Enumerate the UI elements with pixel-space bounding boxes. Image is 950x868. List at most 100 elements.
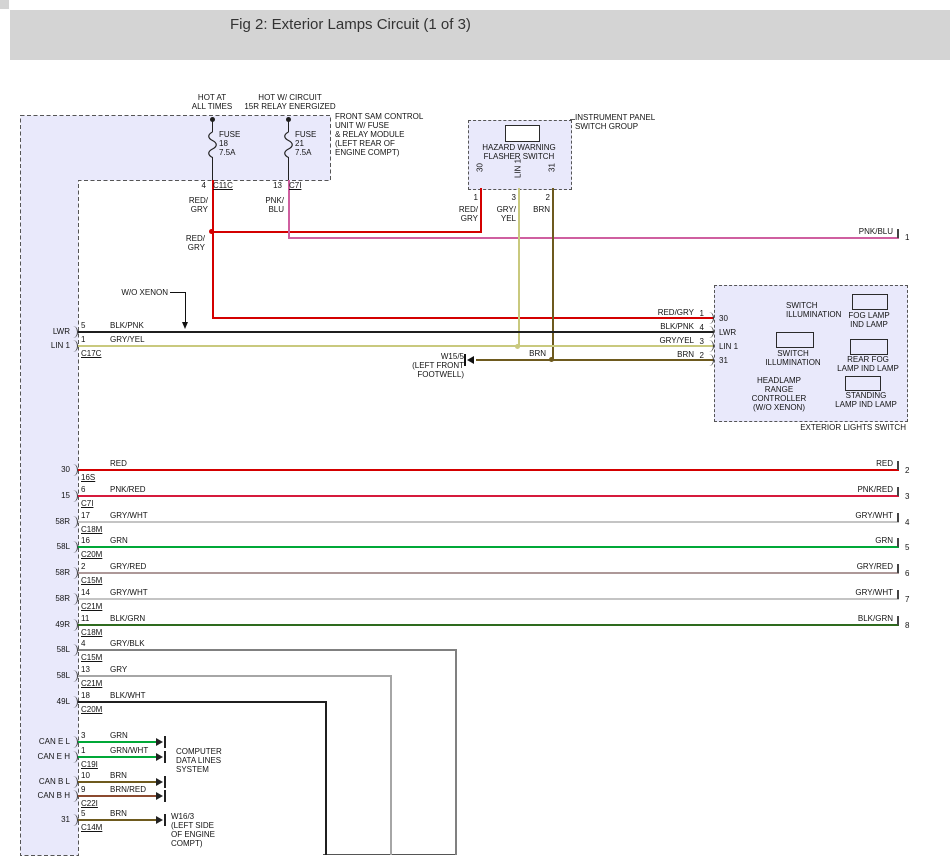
row-7-connector: C21M <box>81 602 102 611</box>
row-5-pin-label: 58L <box>26 542 70 551</box>
row-1-pin-label: LIN 1 <box>26 341 70 350</box>
row-14-pin-bracket <box>68 776 78 788</box>
row-4-edge-number: 4 <box>905 518 909 527</box>
row-10-connector: C21M <box>81 679 102 688</box>
row-3-wire-name: PNK/RED <box>110 485 146 494</box>
row-15-pin-bracket <box>68 790 78 802</box>
row-13-pin-number: 1 <box>81 746 85 755</box>
row-15-wire <box>78 795 156 797</box>
ext-pin-2-number: 3 <box>694 337 704 346</box>
row-5-pin-number: 16 <box>81 536 90 545</box>
row-12-wire-name: GRN <box>110 731 128 740</box>
row-2-wire-name: RED <box>110 459 127 468</box>
row-11-wire-name: BLK/WHT <box>110 691 146 700</box>
ext-pin-1-bracket <box>704 326 714 338</box>
row-7-pin-label: 58R <box>26 594 70 603</box>
row-15-terminal-bar <box>164 790 166 802</box>
row-14-wire <box>78 781 156 783</box>
row-3-connector: C7I <box>81 499 93 508</box>
row-1-pin-number: 1 <box>81 335 85 344</box>
row-6-connector: C15M <box>81 576 102 585</box>
row-3-pin-bracket <box>68 490 78 502</box>
row-7-edge-number: 7 <box>905 595 909 604</box>
row-14-pin-number: 10 <box>81 771 90 780</box>
hazard-pin-2-wire-name: BRN <box>524 205 550 214</box>
row-5-edge-number: 5 <box>905 543 909 552</box>
row-13-pin-bracket <box>68 751 78 763</box>
row-4-connector: C18M <box>81 525 102 534</box>
hazard-pin-2-name: 31 <box>546 150 558 186</box>
row-8-pin-bracket <box>68 619 78 631</box>
row-15-connector: C22I <box>81 799 98 808</box>
row-11-wire <box>78 701 325 703</box>
hazard-pin-2-number: 2 <box>538 193 550 202</box>
row-6-wire <box>78 572 899 574</box>
row-0-pin-label: LWR <box>26 327 70 336</box>
row-2-edge-number: 2 <box>905 466 909 475</box>
row-1-connector: C17C <box>81 349 101 358</box>
row-13-connector: C19I <box>81 760 98 769</box>
row-16-arrowhead-icon <box>156 816 163 824</box>
row-8-connector: C18M <box>81 628 102 637</box>
row-8-edge-number: 8 <box>905 621 909 630</box>
ext-pin-3-number: 2 <box>694 351 704 360</box>
row-3-wire-name-right: PNK/RED <box>843 485 893 494</box>
row-0-wire <box>78 331 714 333</box>
row-11-wire-drop <box>325 701 327 855</box>
row-10-pin-label: 58L <box>26 671 70 680</box>
ext-pin-3-name: 31 <box>719 356 728 365</box>
row-2-connector: 16S <box>81 473 95 482</box>
row-10-wire <box>78 675 390 677</box>
ext-pin-0-bracket <box>704 312 714 324</box>
ext-pin-0-number: 1 <box>694 309 704 318</box>
row-16-wire <box>78 819 156 821</box>
row-12-terminal-bar <box>164 736 166 748</box>
wiring-diagram-page: Fig 2: Exterior Lamps Circuit (1 of 3) <box>0 0 950 868</box>
ext-pin-3-wire-name: BRN <box>644 350 694 359</box>
hazard-pin-0-wire-name: RED/ GRY <box>452 205 478 223</box>
ext-pin-1-name: LWR <box>719 328 736 337</box>
row-6-wire-name: GRY/RED <box>110 562 146 571</box>
row-14-terminal-bar <box>164 776 166 788</box>
hazard-pin-1-name: LIN 1 <box>512 150 524 186</box>
row-9-connector: C15M <box>81 653 102 662</box>
row-15-arrowhead-icon <box>156 792 163 800</box>
row-6-edge-number: 6 <box>905 569 909 578</box>
row-10-wire-drop <box>390 675 392 855</box>
row-11-pin-label: 49L <box>26 697 70 706</box>
row-6-edge-tick <box>897 564 899 573</box>
row-4-pin-bracket <box>68 516 78 528</box>
hazard-pin-1-number: 3 <box>504 193 516 202</box>
ext-pin-1-number: 4 <box>694 323 704 332</box>
row-14-arrowhead-icon <box>156 778 163 786</box>
row-3-edge-tick <box>897 487 899 496</box>
row-4-edge-tick <box>897 513 899 522</box>
row-16-connector: C14M <box>81 823 102 832</box>
hazard-pin-0-number: 1 <box>466 193 478 202</box>
row-2-edge-tick <box>897 461 899 470</box>
row-12-pin-bracket <box>68 736 78 748</box>
row-16-pin-label: 31 <box>26 815 70 824</box>
hazard-pin-1-wire-name: GRY/ YEL <box>490 205 516 223</box>
row-13-arrowhead-icon <box>156 753 163 761</box>
row-13-wire <box>78 756 156 758</box>
row-11-pin-number: 18 <box>81 691 90 700</box>
row-2-pin-bracket <box>68 464 78 476</box>
ext-pin-0-name: 30 <box>719 314 728 323</box>
row-12-arrowhead-icon <box>156 738 163 746</box>
row-1-wire-name: GRY/YEL <box>110 335 145 344</box>
row-5-connector: C20M <box>81 550 102 559</box>
row-12-wire <box>78 741 156 743</box>
row-9-pin-label: 58L <box>26 645 70 654</box>
row-8-edge-tick <box>897 616 899 625</box>
row-7-edge-tick <box>897 590 899 599</box>
ext-pin-0-wire-name: RED/GRY <box>644 308 694 317</box>
row-9-pin-number: 4 <box>81 639 85 648</box>
row-6-wire-name-right: GRY/RED <box>843 562 893 571</box>
row-13-wire-name: GRN/WHT <box>110 746 148 755</box>
hazard-pin-0-name: 30 <box>474 150 486 186</box>
ext-pin-3-bracket <box>704 354 714 366</box>
row-8-wire <box>78 624 899 626</box>
row-4-wire <box>78 521 899 523</box>
row-10-pin-number: 13 <box>81 665 90 674</box>
